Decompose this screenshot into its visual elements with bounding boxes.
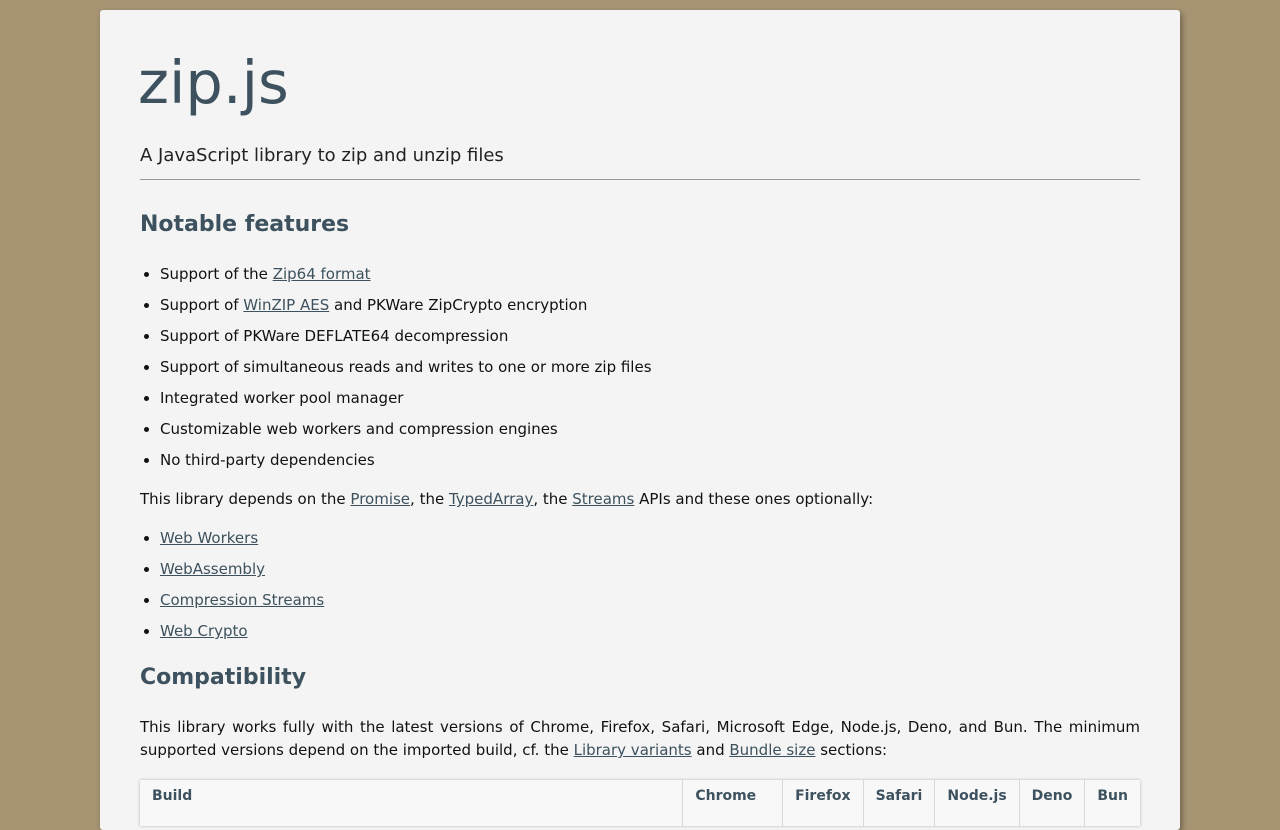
list-item: No third-party dependencies [160, 449, 652, 480]
typedarray-link[interactable]: TypedArray [449, 490, 533, 508]
optional-apis-list: Web Workers WebAssembly Compression Stre… [140, 527, 324, 651]
list-item: Integrated worker pool manager [160, 387, 652, 418]
feature-text: Support of [160, 296, 244, 314]
list-item: Support of WinZIP AES and PKWare ZipCryp… [160, 294, 652, 325]
column-header-deno: Deno [1018, 780, 1085, 826]
feature-text: Support of the [160, 265, 273, 283]
paragraph-text: sections: [815, 741, 888, 759]
compatibility-table: Build Chrome Firefox Safari Node.js Deno… [140, 780, 1140, 826]
zip64-format-link[interactable]: Zip64 format [273, 265, 371, 283]
streams-link[interactable]: Streams [572, 490, 634, 508]
list-item: WebAssembly [160, 558, 324, 589]
column-header-build: Build [152, 788, 193, 804]
list-item: Support of the Zip64 format [160, 263, 652, 294]
paragraph-text: APIs and these ones optionally: [634, 490, 874, 508]
library-variants-link[interactable]: Library variants [574, 741, 692, 759]
page-title: zip.js [138, 48, 289, 117]
paragraph-text: , the [410, 490, 449, 508]
column-header-safari: Safari [862, 780, 935, 826]
bundle-size-link[interactable]: Bundle size [729, 741, 815, 759]
header-divider [140, 179, 1140, 180]
list-item: Web Workers [160, 527, 324, 558]
feature-text: and PKWare ZipCrypto encryption [329, 296, 588, 314]
tagline: A JavaScript library to zip and unzip fi… [140, 145, 504, 166]
paragraph-text: , the [533, 490, 573, 508]
paragraph-text: This library depends on the [140, 490, 351, 508]
list-item: Compression Streams [160, 589, 324, 620]
compatibility-heading: Compatibility [140, 665, 307, 690]
features-heading: Notable features [140, 212, 350, 237]
column-header-nodejs: Node.js [934, 780, 1020, 826]
dependencies-paragraph: This library depends on the Promise, the… [140, 488, 873, 511]
list-item: Support of simultaneous reads and writes… [160, 356, 652, 387]
promise-link[interactable]: Promise [350, 490, 410, 508]
list-item: Web Crypto [160, 620, 324, 651]
column-header-bun: Bun [1084, 780, 1140, 826]
webassembly-link[interactable]: WebAssembly [160, 560, 265, 578]
page-card: zip.js A JavaScript library to zip and u… [100, 10, 1180, 830]
paragraph-text: and [691, 741, 730, 759]
web-crypto-link[interactable]: Web Crypto [160, 622, 248, 640]
list-item: Support of PKWare DEFLATE64 decompressio… [160, 325, 652, 356]
column-header-firefox: Firefox [782, 780, 864, 826]
features-list: Support of the Zip64 format Support of W… [140, 263, 652, 480]
compatibility-paragraph: This library works fully with the latest… [140, 716, 1140, 762]
winzip-aes-link[interactable]: WinZIP AES [243, 296, 329, 314]
list-item: Customizable web workers and compression… [160, 418, 652, 449]
column-header-chrome: Chrome [682, 780, 783, 826]
table-header-row: Build Chrome Firefox Safari Node.js Deno… [140, 780, 1140, 826]
web-workers-link[interactable]: Web Workers [160, 529, 258, 547]
compression-streams-link[interactable]: Compression Streams [160, 591, 324, 609]
